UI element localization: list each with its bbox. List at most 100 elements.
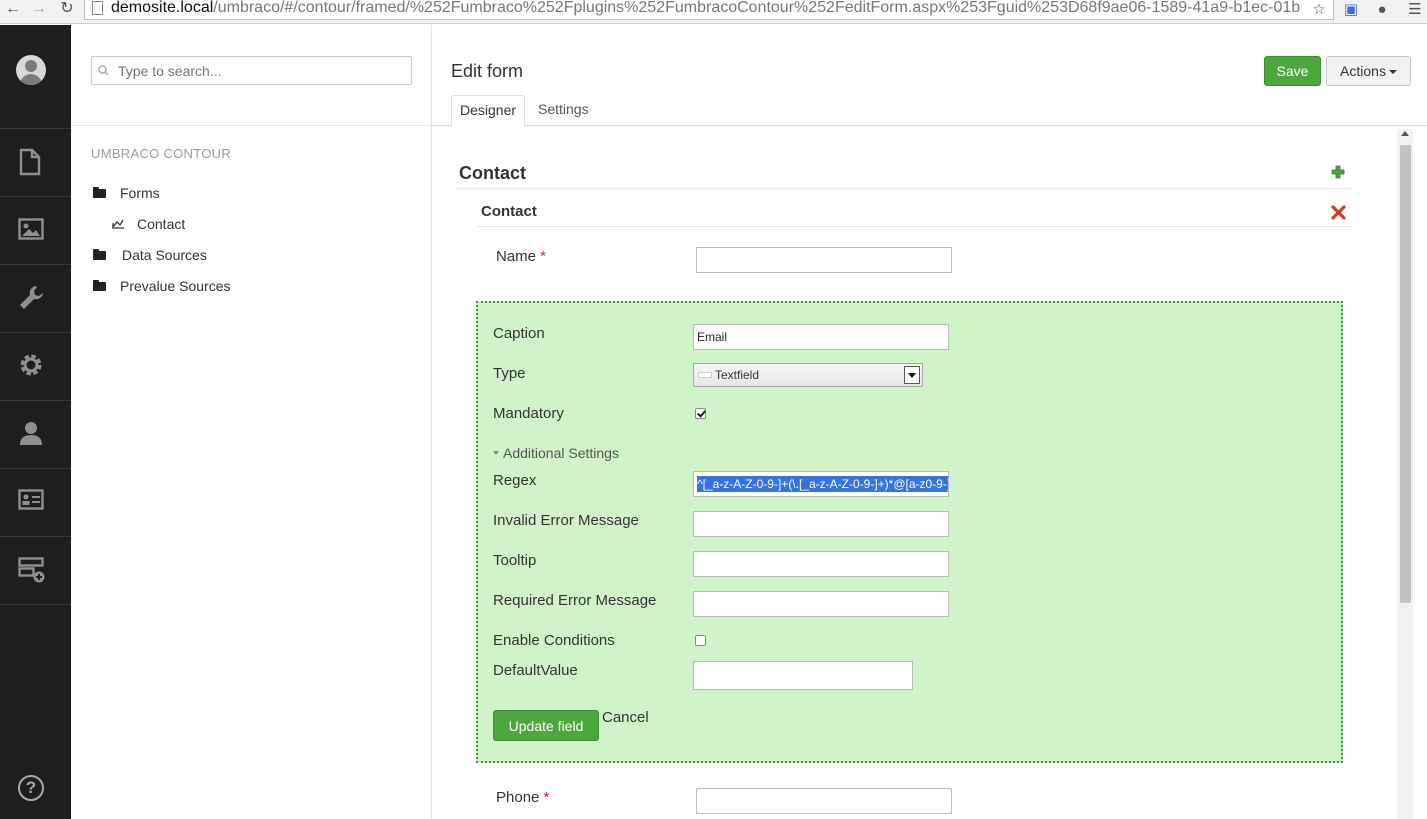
user-icon <box>20 422 42 445</box>
required-error-label: Required Error Message <box>493 592 657 609</box>
menu-icon[interactable]: ☰ <box>1405 0 1425 20</box>
regex-input[interactable]: ^[_a-z-A-Z-0-9-]+(\.[_a-z-A-Z-0-9-]+)*@[… <box>693 471 949 497</box>
add-fieldset-icon[interactable] <box>1331 165 1345 179</box>
divider <box>477 226 1353 227</box>
additional-settings-toggle[interactable]: Additional Settings <box>493 445 619 461</box>
tree-heading: UMBRACO CONTOUR <box>91 146 232 161</box>
forward-icon[interactable]: → <box>28 0 50 18</box>
mandatory-checkbox[interactable] <box>695 408 706 419</box>
address-bar[interactable]: demosite.local/umbraco/#/contour/framed/… <box>84 0 1334 20</box>
folder-icon <box>93 187 106 198</box>
section-users[interactable] <box>0 400 71 468</box>
extension-icon[interactable]: ▣ <box>1341 0 1361 20</box>
phone-preview-input[interactable] <box>696 788 952 814</box>
regex-label: Regex <box>493 472 537 489</box>
tooltip-input[interactable] <box>693 551 949 577</box>
default-value-input[interactable] <box>693 661 913 690</box>
vertical-scrollbar[interactable] <box>1397 129 1413 819</box>
triangle-down-icon <box>493 451 499 455</box>
scroll-thumb[interactable] <box>1400 145 1411 603</box>
field-label-text: Name <box>496 248 537 265</box>
folder-icon <box>93 280 106 291</box>
save-button[interactable]: Save <box>1264 56 1321 86</box>
url-path: /umbraco/#/contour/framed/%252Fumbraco%2… <box>213 0 1301 16</box>
folder-icon <box>93 249 106 260</box>
additional-settings-label: Additional Settings <box>503 445 619 461</box>
gear-icon <box>20 354 42 376</box>
profile-icon[interactable]: ● <box>1372 0 1392 20</box>
help-icon[interactable]: ? <box>18 775 44 801</box>
tree-node-prevalue-sources[interactable]: Prevalue Sources <box>93 278 231 294</box>
section-settings[interactable] <box>0 332 71 400</box>
page-title: Edit form <box>451 61 524 81</box>
type-select[interactable]: Textfield <box>693 363 923 387</box>
browser-toolbar: ← → ↻ demosite.local/umbraco/#/contour/f… <box>0 0 1427 24</box>
form-icon <box>112 219 124 229</box>
document-icon <box>19 148 41 176</box>
required-asterisk: * <box>540 248 547 265</box>
dropdown-arrow-icon[interactable] <box>904 366 920 384</box>
delete-fieldset-icon[interactable] <box>1331 205 1346 220</box>
sidebar-divider <box>0 604 71 605</box>
name-preview-input[interactable] <box>696 247 952 273</box>
tree-node-label: Prevalue Sources <box>120 278 231 294</box>
tree-node-label: Forms <box>120 185 160 201</box>
update-field-button[interactable]: Update field <box>493 710 599 741</box>
caption-input[interactable]: Email <box>693 324 949 350</box>
phone-field-label: Phone * <box>496 789 549 806</box>
invalid-error-label: Invalid Error Message <box>493 512 639 529</box>
regex-selected-text: ^[_a-z-A-Z-0-9-]+(\.[_a-z-A-Z-0-9-]+)*@[… <box>697 476 948 492</box>
required-asterisk: * <box>543 789 550 806</box>
main-panel: Edit form Designer Settings Save Actions… <box>432 25 1427 819</box>
user-avatar[interactable] <box>16 55 46 85</box>
tree-node-forms[interactable]: Forms <box>93 185 160 201</box>
caption-label: Caption <box>493 325 545 342</box>
tree-node-contact[interactable]: Contact <box>111 216 185 232</box>
member-card-icon <box>18 489 44 510</box>
mandatory-label: Mandatory <box>493 405 564 422</box>
tooltip-label: Tooltip <box>493 552 537 569</box>
enable-conditions-label: Enable Conditions <box>493 632 615 649</box>
actions-button[interactable]: Actions <box>1326 56 1411 86</box>
tree-search-input[interactable] <box>91 56 412 85</box>
divider <box>456 188 1353 189</box>
tab-designer[interactable]: Designer <box>451 95 526 127</box>
wrench-icon <box>20 286 43 309</box>
default-value-label: DefaultValue <box>493 662 578 679</box>
type-select-value: Textfield <box>715 368 760 382</box>
section-developer[interactable] <box>0 264 71 332</box>
section-content[interactable] <box>0 128 71 196</box>
section-media[interactable] <box>0 196 71 264</box>
field-edit-panel: Caption Email Type Textfield Mandatory A… <box>476 301 1343 763</box>
type-swatch-icon <box>698 372 712 378</box>
star-icon[interactable]: ☆ <box>1309 0 1329 20</box>
image-icon <box>18 218 44 240</box>
tree-node-label: Data Sources <box>122 247 207 263</box>
actions-label: Actions <box>1340 63 1386 79</box>
form-page-heading: Contact <box>459 163 526 183</box>
tree-node-data-sources[interactable]: Data Sources <box>93 247 207 263</box>
type-label: Type <box>493 365 526 382</box>
reload-icon[interactable]: ↻ <box>56 0 78 18</box>
section-members[interactable] <box>0 468 71 536</box>
required-error-input[interactable] <box>693 591 949 617</box>
invalid-error-input[interactable] <box>693 511 949 537</box>
tree-search-area <box>71 25 431 126</box>
enable-conditions-checkbox[interactable] <box>695 635 706 646</box>
tab-settings[interactable]: Settings <box>530 95 597 126</box>
url-host: demosite.local <box>111 0 214 16</box>
search-icon <box>98 65 109 76</box>
editor-header: Edit form Designer Settings Save Actions <box>432 25 1427 127</box>
tree-panel: UMBRACO CONTOUR Forms Contact Data Sourc… <box>71 25 432 819</box>
name-field-label: Name * <box>496 248 546 265</box>
tree-node-label: Contact <box>137 216 186 232</box>
section-contour[interactable] <box>0 536 71 604</box>
page-icon <box>92 1 103 15</box>
caret-down-icon <box>1388 70 1397 74</box>
form-add-icon <box>18 557 45 583</box>
section-sidebar: ? <box>0 25 71 819</box>
fieldset-title: Contact <box>481 203 537 220</box>
back-icon[interactable]: ← <box>2 0 24 18</box>
cancel-link[interactable]: Cancel <box>602 709 649 726</box>
scroll-up-icon[interactable] <box>1401 131 1409 136</box>
